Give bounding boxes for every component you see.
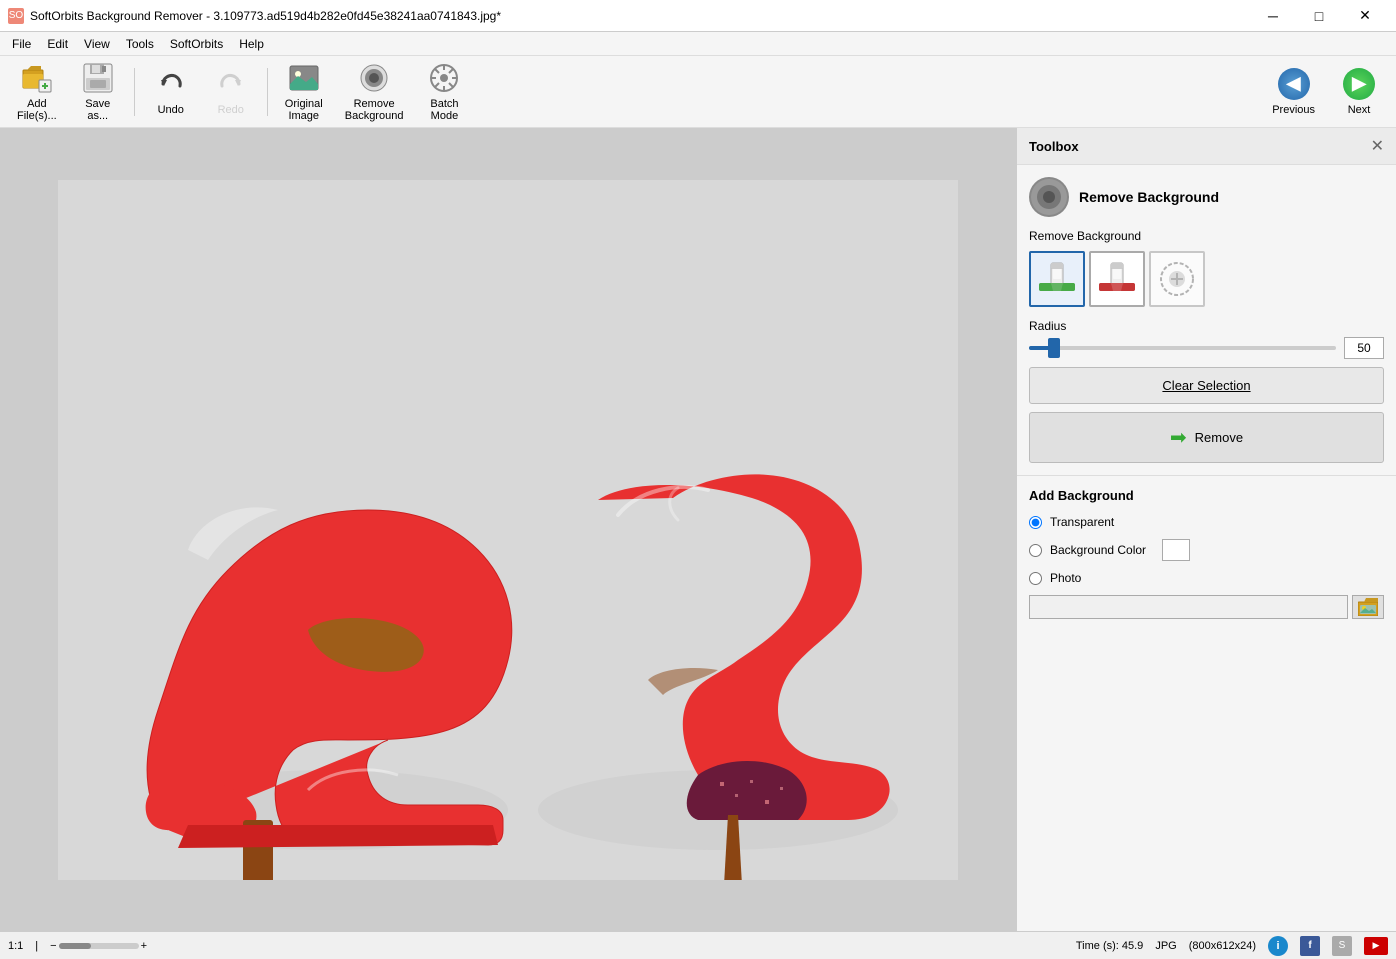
zoom-minus-icon[interactable]: − xyxy=(50,940,56,952)
app-icon: SO xyxy=(8,8,24,24)
bg-color-radio-row: Background Color xyxy=(1029,539,1384,561)
remove-background-section: Remove Background Remove Background xyxy=(1017,165,1396,476)
menu-softorbits[interactable]: SoftOrbits xyxy=(162,35,231,53)
auto-remove-button[interactable] xyxy=(1149,251,1205,307)
shoe-canvas-svg xyxy=(58,180,958,880)
toolbar: Add File(s)... Save as... Undo xyxy=(0,56,1396,128)
dimensions-display: (800x612x24) xyxy=(1189,940,1256,952)
remove-button-label: Remove xyxy=(1195,430,1243,445)
photo-label[interactable]: Photo xyxy=(1050,571,1081,585)
canvas-area[interactable] xyxy=(0,128,1016,931)
undo-label: Undo xyxy=(158,104,184,116)
format-display: JPG xyxy=(1155,940,1176,952)
zoom-level: 1:1 xyxy=(8,940,23,952)
toolbox-title: Toolbox xyxy=(1029,139,1079,154)
color-swatch[interactable] xyxy=(1162,539,1190,561)
undo-icon xyxy=(155,68,187,100)
bg-color-radio[interactable] xyxy=(1029,544,1042,557)
main-area: Toolbox ✕ Remove Background Remove Backg… xyxy=(0,128,1396,931)
clear-selection-button[interactable]: Clear Selection xyxy=(1029,367,1384,404)
menubar: File Edit View Tools SoftOrbits Help xyxy=(0,32,1396,56)
youtube-icon[interactable]: ▶ xyxy=(1364,937,1388,955)
menu-file[interactable]: File xyxy=(4,35,39,53)
maximize-button[interactable]: □ xyxy=(1296,0,1342,32)
statusbar-right: Time (s): 45.9 JPG (800x612x24) i f S ▶ xyxy=(1076,936,1388,956)
browse-button[interactable] xyxy=(1352,595,1384,619)
save-as-label: Save as... xyxy=(85,98,110,122)
add-bg-title: Add Background xyxy=(1029,488,1384,503)
menu-tools[interactable]: Tools xyxy=(118,35,162,53)
save-as-icon xyxy=(82,62,114,94)
add-files-icon xyxy=(21,62,53,94)
toolbox-close-button[interactable]: ✕ xyxy=(1371,136,1384,156)
remove-button[interactable]: ➡ Remove xyxy=(1029,412,1384,463)
remove-arrow-icon: ➡ xyxy=(1170,425,1187,450)
remove-bg-panel-icon xyxy=(1029,177,1069,217)
redo-button[interactable]: Redo xyxy=(203,60,259,124)
next-arrow-icon: ▶ xyxy=(1343,68,1375,100)
add-files-label: Add File(s)... xyxy=(17,98,57,122)
facebook-icon[interactable]: f xyxy=(1300,936,1320,956)
batch-mode-label: Batch Mode xyxy=(430,98,458,122)
photo-path-input[interactable] xyxy=(1029,595,1348,619)
photo-input-row xyxy=(1029,595,1384,619)
nav-area: ◀ Previous ▶ Next xyxy=(1259,60,1388,124)
save-as-button[interactable]: Save as... xyxy=(70,60,126,124)
next-button[interactable]: ▶ Next xyxy=(1330,60,1388,124)
remove-background-icon xyxy=(358,62,390,94)
transparent-radio-row: Transparent xyxy=(1029,515,1384,529)
time-display: Time (s): 45.9 xyxy=(1076,940,1143,952)
status-separator-1: | xyxy=(35,940,38,952)
zoom-slider[interactable]: − + xyxy=(50,940,147,952)
info-icon[interactable]: i xyxy=(1268,936,1288,956)
add-files-button[interactable]: Add File(s)... xyxy=(8,60,66,124)
menu-edit[interactable]: Edit xyxy=(39,35,76,53)
foreground-marker-button[interactable] xyxy=(1029,251,1085,307)
radius-slider[interactable] xyxy=(1029,338,1336,358)
radius-row: Radius xyxy=(1029,319,1384,333)
original-image-label: Original Image xyxy=(285,98,323,122)
batch-mode-icon xyxy=(428,62,460,94)
remove-background-button[interactable]: Remove Background xyxy=(336,60,413,124)
background-marker-button[interactable] xyxy=(1089,251,1145,307)
window-controls: ─ □ ✕ xyxy=(1250,0,1388,32)
share-icon[interactable]: S xyxy=(1332,936,1352,956)
previous-label: Previous xyxy=(1272,104,1315,116)
titlebar: SO SoftOrbits Background Remover - 3.109… xyxy=(0,0,1396,32)
previous-button[interactable]: ◀ Previous xyxy=(1259,60,1328,124)
remove-background-label: Remove Background xyxy=(345,98,404,122)
photo-radio[interactable] xyxy=(1029,572,1042,585)
bg-color-label[interactable]: Background Color xyxy=(1050,543,1146,557)
close-button[interactable]: ✕ xyxy=(1342,0,1388,32)
toolbox-panel: Toolbox ✕ Remove Background Remove Backg… xyxy=(1016,128,1396,931)
transparent-radio[interactable] xyxy=(1029,516,1042,529)
batch-mode-button[interactable]: Batch Mode xyxy=(416,60,472,124)
next-label: Next xyxy=(1348,104,1371,116)
radius-label: Radius xyxy=(1029,319,1066,333)
minimize-button[interactable]: ─ xyxy=(1250,0,1296,32)
original-image-button[interactable]: Original Image xyxy=(276,60,332,124)
toolbar-separator-1 xyxy=(134,68,135,116)
photo-radio-row: Photo xyxy=(1029,571,1384,585)
menu-help[interactable]: Help xyxy=(231,35,272,53)
previous-arrow-icon: ◀ xyxy=(1278,68,1310,100)
slider-track xyxy=(1029,346,1336,350)
redo-label: Redo xyxy=(218,104,244,116)
redo-icon xyxy=(215,68,247,100)
undo-button[interactable]: Undo xyxy=(143,60,199,124)
transparent-label[interactable]: Transparent xyxy=(1050,515,1114,529)
toolbox-header: Toolbox ✕ xyxy=(1017,128,1396,165)
toolbar-separator-2 xyxy=(267,68,268,116)
statusbar: 1:1 | − + Time (s): 45.9 JPG (800x612x24… xyxy=(0,931,1396,959)
remove-bg-section-label: Remove Background xyxy=(1029,229,1384,243)
remove-bg-panel-title: Remove Background xyxy=(1079,189,1219,205)
tool-buttons-row xyxy=(1029,251,1384,307)
menu-view[interactable]: View xyxy=(76,35,118,53)
radius-value: 50 xyxy=(1344,337,1384,359)
add-background-section: Add Background Transparent Background Co… xyxy=(1017,476,1396,631)
window-title: SoftOrbits Background Remover - 3.109773… xyxy=(30,9,501,23)
original-image-icon xyxy=(288,62,320,94)
slider-thumb[interactable] xyxy=(1048,338,1060,358)
zoom-plus-icon[interactable]: + xyxy=(141,940,147,952)
